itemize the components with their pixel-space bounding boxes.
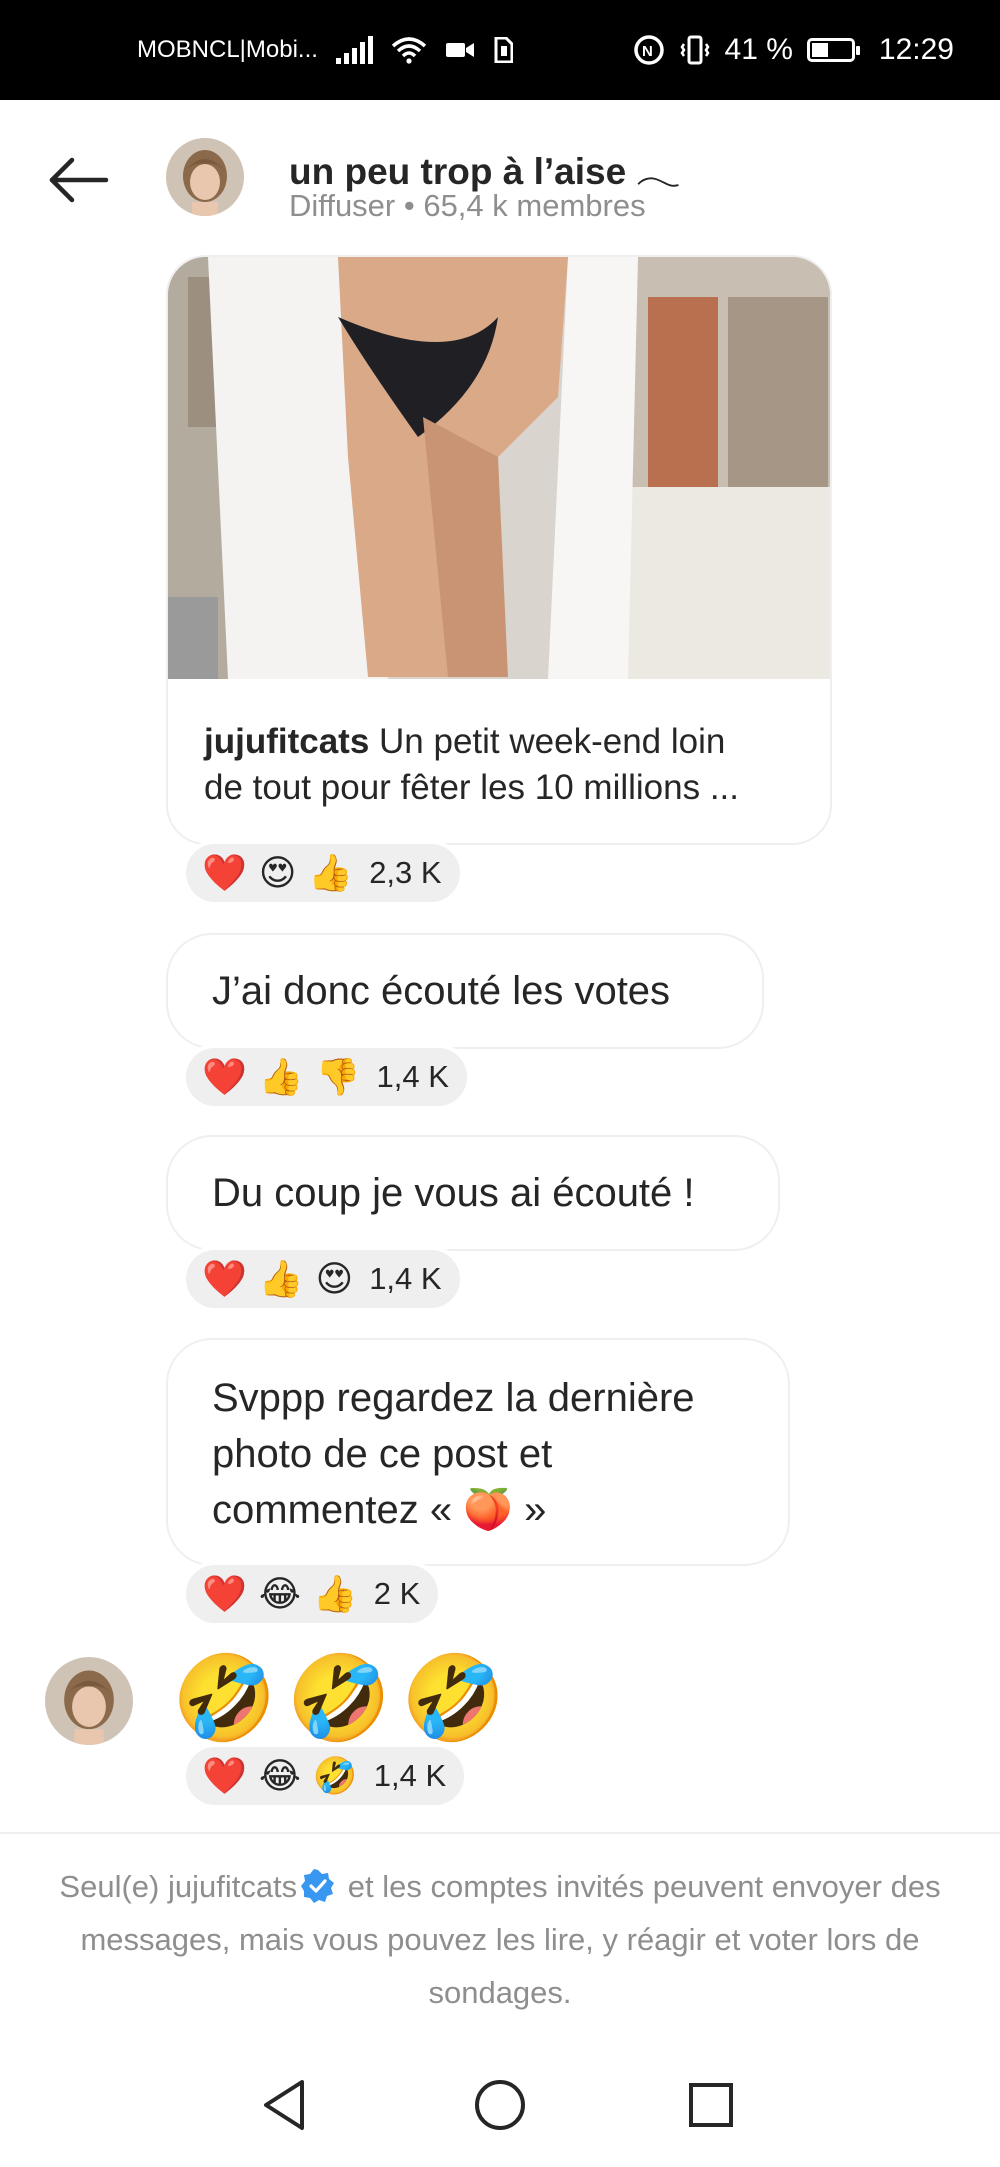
circle-home-icon — [475, 2080, 525, 2130]
status-bar: MOBNCL|Mobi... N 41 % 12:29 — [0, 0, 1000, 100]
avatar-image — [45, 1657, 133, 1745]
message-text-line3: commentez « 🍑 » — [212, 1488, 547, 1532]
broadcast-info-note: Seul(e) jujufitcats et les comptes invit… — [40, 1860, 960, 2019]
shared-post-card[interactable]: jujufitcats Un petit week-end loin de to… — [166, 255, 832, 845]
rofl-icon: 🤣 — [172, 1651, 277, 1745]
thumbs-up-icon: 👍 — [312, 1573, 358, 1614]
square-recents-icon — [689, 2083, 733, 2127]
heart-icon: ❤️ — [202, 1056, 247, 1097]
signal-icon — [335, 36, 373, 64]
triangle-back-icon — [264, 2080, 304, 2130]
reaction-count: 1,4 K — [376, 1059, 449, 1094]
nav-home-button[interactable] — [465, 2070, 535, 2140]
message-bubble[interactable]: Svppp regardez la dernière photo de ce p… — [166, 1338, 790, 1566]
rofl-icon: 🤣 — [286, 1651, 392, 1745]
heart-icon: ❤️ — [202, 1573, 247, 1614]
reaction-bar[interactable]: ❤️ 😂 🤣 1,4 K — [182, 1743, 469, 1809]
laughing-tears-icon: 😂 — [258, 1755, 301, 1796]
carrier-label: MOBNCL|Mobi... — [137, 36, 318, 63]
post-caption-line2: de tout pour fêter les 10 millions ... — [204, 768, 739, 807]
heart-icon: ❤️ — [202, 852, 247, 893]
laughing-tears-icon: 😂 — [258, 1573, 301, 1614]
reaction-count: 2,3 K — [369, 855, 442, 890]
reaction-bar[interactable]: ❤️ 😂 👍 2 K — [182, 1561, 443, 1627]
video-icon — [445, 43, 474, 57]
heart-icon: ❤️ — [202, 1258, 247, 1299]
thumbs-up-icon: 👍 — [308, 852, 354, 893]
nav-back-button[interactable] — [250, 2070, 320, 2140]
message-bubble[interactable]: J’ai donc écouté les votes — [166, 933, 764, 1049]
channel-header: un peu trop à l’aise 𓂃 Diffuser • 65,4 k… — [0, 100, 1000, 260]
rofl-icon: 🤣 — [401, 1651, 506, 1745]
reaction-bar[interactable]: ❤️ 😍 👍 2,3 K — [182, 840, 464, 906]
nav-recents-button[interactable] — [676, 2070, 746, 2140]
thumbs-down-icon: 👎 — [315, 1056, 361, 1097]
verified-badge-icon — [301, 1869, 335, 1903]
post-caption-line1: Un petit week-end loin — [369, 722, 726, 761]
arrow-left-icon — [49, 157, 109, 203]
channel-avatar[interactable] — [166, 138, 244, 216]
thumbs-up-icon: 👍 — [258, 1258, 304, 1299]
message-bubble[interactable]: Du coup je vous ai écouté ! — [166, 1135, 780, 1251]
heart-eyes-icon: 😍 — [258, 852, 297, 893]
message-text-line2: photo de ce post et — [212, 1432, 553, 1476]
system-nav-bar — [0, 2040, 1000, 2167]
battery-icon — [806, 38, 860, 62]
battery-level: 41 % — [724, 33, 793, 66]
footer-text-part1: Seul(e) jujufitcats — [59, 1869, 298, 1904]
clock: 12:29 — [878, 33, 954, 66]
back-button[interactable] — [38, 150, 118, 210]
heart-icon: ❤️ — [202, 1755, 247, 1796]
reaction-count: 1,4 K — [369, 1261, 442, 1296]
status-left: MOBNCL|Mobi... — [137, 0, 513, 100]
svg-text:N: N — [642, 43, 653, 60]
post-caption: jujufitcats Un petit week-end loin de to… — [204, 719, 804, 811]
thumbs-up-icon: 👍 — [258, 1056, 304, 1097]
post-author[interactable]: jujufitcats — [204, 722, 369, 761]
status-right: N 41 % 12:29 — [633, 0, 954, 100]
vibrate-icon — [680, 35, 710, 65]
channel-subtitle: Diffuser • 65,4 k membres — [289, 188, 646, 223]
data-saver-icon: N — [633, 35, 664, 65]
reaction-count: 2 K — [373, 1576, 421, 1611]
wifi-icon — [391, 37, 427, 64]
sender-avatar[interactable] — [45, 1657, 133, 1745]
heart-eyes-icon: 😍 — [315, 1258, 354, 1299]
avatar-image — [166, 138, 244, 216]
sim-icon — [494, 37, 513, 63]
reaction-bar[interactable]: ❤️ 👍 👎 1,4 K — [182, 1044, 471, 1110]
message-text: Du coup je vous ai écouté ! — [212, 1171, 695, 1215]
post-image[interactable] — [168, 257, 832, 679]
rofl-icon: 🤣 — [312, 1755, 358, 1796]
emoji-message[interactable]: 🤣 🤣 🤣 — [172, 1648, 506, 1748]
reaction-count: 1,4 K — [373, 1758, 447, 1793]
reaction-bar[interactable]: ❤️ 👍 😍 1,4 K — [182, 1246, 464, 1312]
message-text-line1: Svppp regardez la dernière — [212, 1376, 695, 1420]
divider — [0, 1832, 1000, 1834]
message-text: J’ai donc écouté les votes — [212, 969, 671, 1013]
